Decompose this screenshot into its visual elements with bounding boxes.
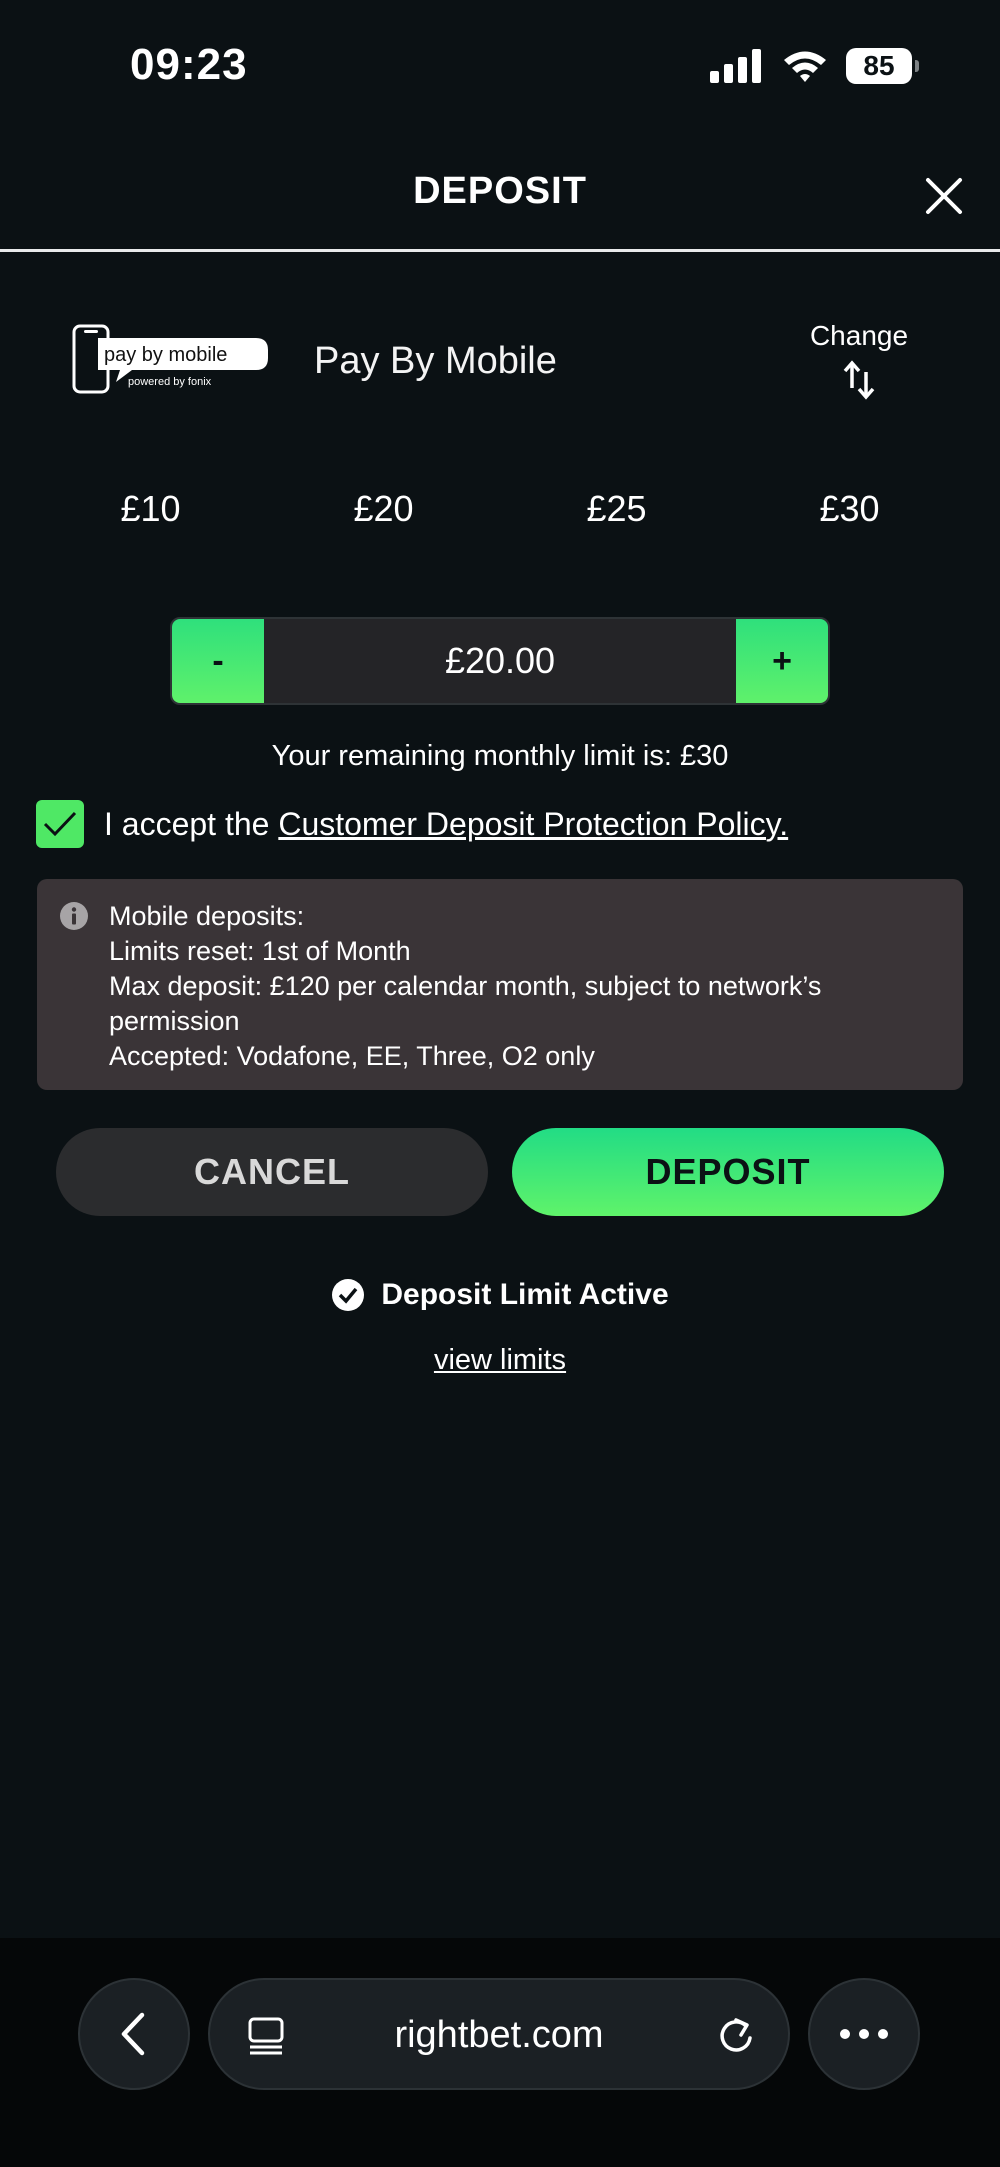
accept-label: I accept the Customer Deposit Protection… <box>104 806 788 843</box>
quick-amount-20[interactable]: £20 <box>267 480 500 538</box>
modal-header: DEPOSIT <box>0 130 1000 252</box>
battery-indicator: 85 <box>846 48 919 84</box>
decrease-button[interactable]: - <box>172 619 264 703</box>
quick-amount-25[interactable]: £25 <box>500 480 733 538</box>
checkmark-icon <box>43 811 77 837</box>
page-title: DEPOSIT <box>413 170 587 212</box>
accept-policy-row: I accept the Customer Deposit Protection… <box>36 800 788 848</box>
info-line: Limits reset: 1st of Month <box>109 936 411 966</box>
more-button[interactable] <box>808 1978 920 2090</box>
info-line: Mobile deposits: <box>109 901 305 931</box>
view-limits-link[interactable]: view limits <box>0 1344 1000 1377</box>
quick-amounts: £10 £20 £25 £30 <box>34 480 966 538</box>
increase-button[interactable]: + <box>736 619 828 703</box>
deposit-page: 09:23 85 DEPOSIT pay by mobile powered b… <box>0 0 1000 2167</box>
url-text: rightbet.com <box>394 2014 604 2056</box>
swap-arrows-icon <box>843 360 875 400</box>
change-method-button[interactable]: Change <box>800 320 918 402</box>
logo-text: pay by mobile <box>104 344 228 366</box>
accept-checkbox[interactable] <box>36 800 84 848</box>
change-label: Change <box>809 320 909 351</box>
action-buttons: CANCEL DEPOSIT <box>56 1128 944 1216</box>
back-button[interactable] <box>78 1978 190 2090</box>
deposit-button[interactable]: DEPOSIT <box>512 1128 944 1216</box>
amount-stepper: - + <box>170 617 830 705</box>
policy-link[interactable]: Customer Deposit Protection Policy. <box>278 806 788 842</box>
payment-method-row: pay by mobile powered by fonix Pay By Mo… <box>0 300 1000 420</box>
wifi-icon <box>784 51 826 82</box>
address-bar[interactable]: rightbet.com <box>208 1978 790 2090</box>
info-line: Max deposit: £120 per calendar month, su… <box>109 971 822 1001</box>
info-icon <box>60 902 88 930</box>
browser-toolbar: rightbet.com <box>0 1938 1000 2167</box>
accept-prefix: I accept the <box>104 805 279 842</box>
check-circle-icon <box>332 1279 365 1311</box>
quick-amount-30[interactable]: £30 <box>733 480 966 538</box>
info-box: Mobile deposits: Limits reset: 1st of Mo… <box>37 879 963 1090</box>
limit-status-text: Deposit Limit Active <box>381 1278 669 1311</box>
more-dots-icon <box>840 2029 888 2039</box>
status-icons: 85 <box>710 48 919 84</box>
info-line: permission <box>109 1006 240 1036</box>
limit-status: Deposit Limit Active <box>0 1278 1000 1312</box>
status-bar: 09:23 85 <box>0 0 1000 120</box>
status-time: 09:23 <box>130 40 248 89</box>
cancel-button[interactable]: CANCEL <box>56 1128 488 1216</box>
remaining-limit-text: Your remaining monthly limit is: £30 <box>271 740 729 772</box>
chevron-left-icon <box>121 2012 145 2056</box>
close-icon[interactable] <box>922 174 966 218</box>
reload-icon <box>720 2018 752 2052</box>
payment-method-name: Pay By Mobile <box>314 340 557 382</box>
amount-input[interactable] <box>264 619 736 703</box>
quick-amount-10[interactable]: £10 <box>34 480 267 538</box>
signal-icon <box>710 49 761 83</box>
info-line: Accepted: Vodafone, EE, Three, O2 only <box>109 1041 595 1071</box>
logo-subtext: powered by fonix <box>128 376 212 388</box>
